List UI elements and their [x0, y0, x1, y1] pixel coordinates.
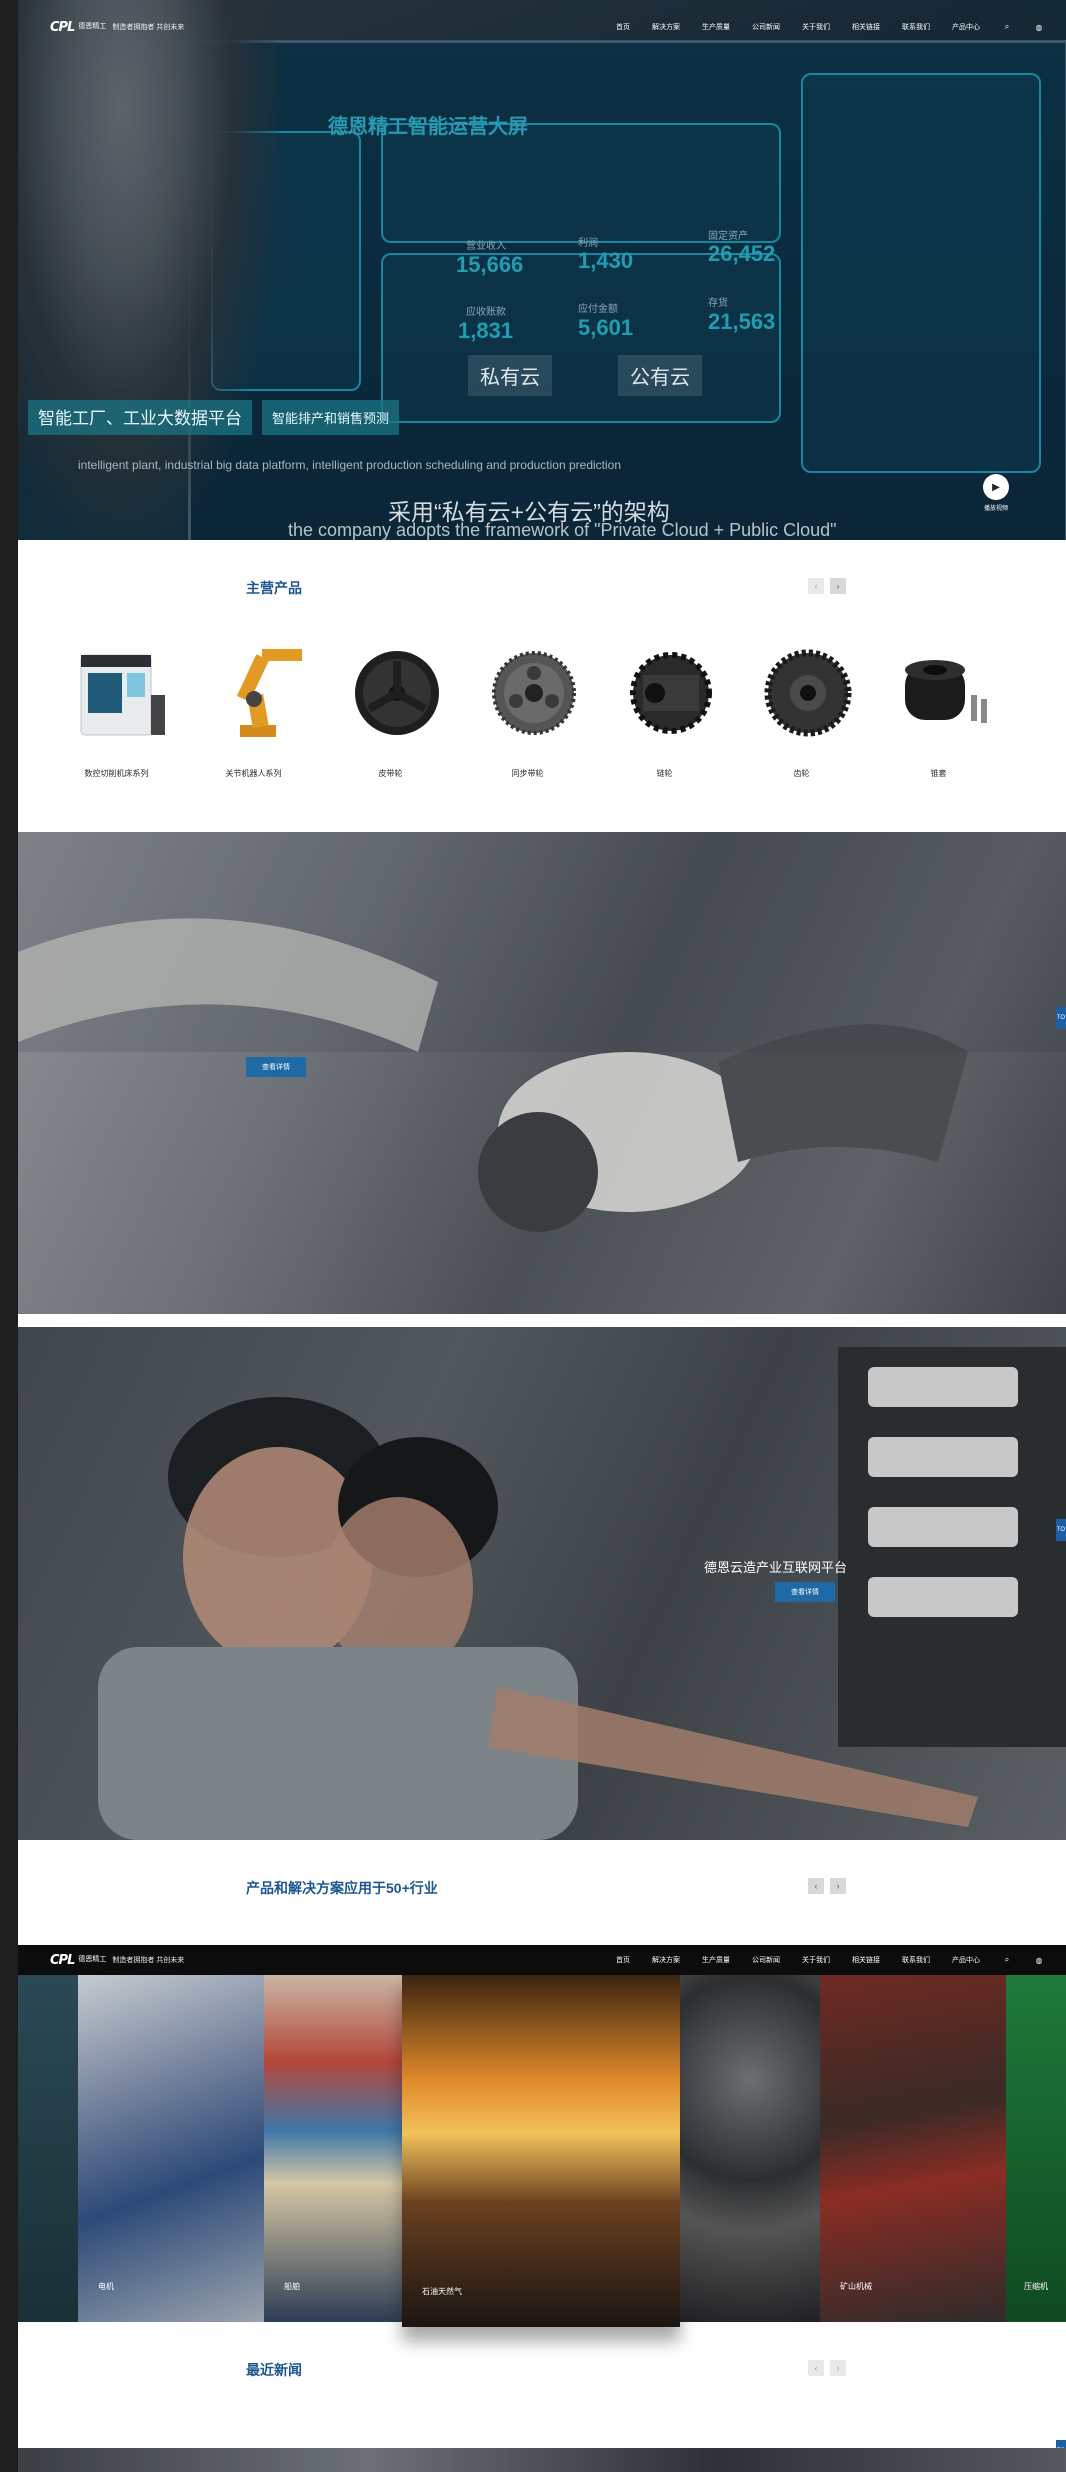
sticky-nav: CPL 德恩精工 制造者拥抱者 共创未来 首页 解决方案 生产质量 公司新闻 关…: [18, 1945, 1066, 1975]
platform-title: 德恩云造产业互联网平台: [704, 1560, 848, 1575]
globe-icon[interactable]: ◍: [1034, 22, 1044, 32]
logo-mark: CPL: [50, 19, 75, 35]
menu-item-products[interactable]: 产品中心: [952, 22, 980, 32]
logo[interactable]: CPL 德恩精工: [50, 20, 106, 35]
product-name: 锥套: [930, 769, 947, 778]
industry-label: 石油天然气: [422, 2287, 462, 2296]
menu-item-news[interactable]: 公司新闻: [752, 1955, 780, 1965]
products-title: 主营产品: [246, 580, 302, 596]
globe-icon[interactable]: ◍: [1034, 1955, 1044, 1965]
menu-item-links[interactable]: 相关链接: [852, 22, 880, 32]
industries-carousel: 电机 船舶 石油天然气 矿山机械 压缩机: [18, 1975, 1066, 2327]
industry-card[interactable]: 矿山机械: [820, 1975, 1006, 2322]
industries-title: 产品和解决方案应用于50+行业: [246, 1880, 438, 1896]
taper-bush-image: [895, 635, 995, 745]
menu-item-quality[interactable]: 生产质量: [702, 1955, 730, 1965]
logo-text: 德恩精工: [78, 1956, 107, 1963]
news-title: 最近新闻: [246, 2362, 302, 2378]
industry-label: 压缩机: [1024, 2282, 1048, 2291]
menu-item-products[interactable]: 产品中心: [952, 1955, 980, 1965]
gear-image: [758, 635, 858, 745]
menu-item-solutions[interactable]: 解决方案: [652, 1955, 680, 1965]
sprocket-image: [621, 635, 721, 745]
menu-item-news[interactable]: 公司新闻: [752, 22, 780, 32]
next-arrow[interactable]: ›: [830, 2360, 846, 2376]
product-name: 皮带轮: [378, 769, 403, 778]
industry-label: 电机: [98, 2282, 114, 2291]
logo-text: 德恩精工: [78, 23, 107, 30]
product-carousel: 数控切削机床系列 关节机器人系列 皮带轮 同步带轮 链轮 齿轮 锥套: [48, 630, 1066, 780]
industry-card[interactable]: [680, 1975, 820, 2322]
product-card[interactable]: 皮带轮: [322, 630, 459, 780]
view-details-button[interactable]: 查看详情: [775, 1582, 835, 1602]
page: 德恩精工智能运营大屏 营业收入 15,666 利润 1,430 固定资产 26,…: [18, 0, 1066, 2472]
hero-caption-en: the company adopts the framework of "Pri…: [288, 520, 837, 540]
menu-item-contact[interactable]: 联系我们: [902, 1955, 930, 1965]
product-card[interactable]: 同步带轮: [459, 630, 596, 780]
product-card[interactable]: 齿轮: [733, 630, 870, 780]
product-name: 齿轮: [793, 769, 810, 778]
robot-arm-banner: 查看详情 TO: [18, 832, 1066, 1314]
slogan: 制造者拥抱者 共创未来: [112, 24, 185, 31]
timing-pulley-image: [484, 635, 584, 745]
next-arrow[interactable]: ›: [830, 578, 846, 594]
menu-item-contact[interactable]: 联系我们: [902, 22, 930, 32]
product-card[interactable]: 链轮: [596, 630, 733, 780]
menu-item-home[interactable]: 首页: [616, 1955, 630, 1965]
industry-card-active[interactable]: 石油天然气: [402, 1975, 680, 2327]
menu-item-about[interactable]: 关于我们: [802, 22, 830, 32]
product-card[interactable]: 关节机器人系列: [185, 630, 322, 780]
product-name: 同步带轮: [511, 769, 544, 778]
play-icon: ▶: [983, 474, 1009, 500]
hero-subtitle-en: intelligent plant, industrial big data p…: [78, 458, 622, 472]
prev-arrow[interactable]: ‹: [808, 2360, 824, 2376]
product-name: 关节机器人系列: [225, 769, 282, 778]
public-cloud-label: 公有云: [618, 355, 702, 396]
next-arrow[interactable]: ›: [830, 1878, 846, 1894]
menu-item-home[interactable]: 首页: [616, 22, 630, 32]
search-icon[interactable]: ⌕: [1002, 1955, 1012, 1965]
search-icon[interactable]: ⌕: [1002, 22, 1012, 32]
industry-card[interactable]: [18, 1975, 78, 2322]
products-arrows: ‹ ›: [808, 578, 846, 594]
main-menu: 首页 解决方案 生产质量 公司新闻 关于我们 相关链接 联系我们 产品中心 ⌕ …: [616, 22, 1044, 32]
play-video-button[interactable]: ▶ 播放视频: [983, 474, 1009, 512]
logo[interactable]: CPL 德恩精工: [50, 1953, 106, 1968]
product-card[interactable]: 锥套: [870, 630, 1007, 780]
prev-arrow[interactable]: ‹: [808, 1878, 824, 1894]
robot-arm-image: [210, 635, 310, 745]
industry-card[interactable]: 船舶: [264, 1975, 402, 2322]
hero-banner: 德恩精工智能运营大屏 营业收入 15,666 利润 1,430 固定资产 26,…: [18, 0, 1066, 540]
news-arrows: ‹ ›: [808, 2360, 846, 2376]
menu-item-quality[interactable]: 生产质量: [702, 22, 730, 32]
menu-item-links[interactable]: 相关链接: [852, 1955, 880, 1965]
menu-item-solutions[interactable]: 解决方案: [652, 22, 680, 32]
product-name: 数控切削机床系列: [84, 769, 149, 778]
side-tab[interactable]: TO: [1056, 1007, 1066, 1029]
industries-arrows: ‹ ›: [808, 1878, 846, 1894]
hero-tag-side: 智能排产和销售预测: [262, 400, 400, 435]
hero-tags: 智能工厂、工业大数据平台 智能排产和销售预测: [28, 400, 400, 435]
main-menu: 首页 解决方案 生产质量 公司新闻 关于我们 相关链接 联系我们 产品中心 ⌕ …: [616, 1955, 1044, 1965]
industry-card[interactable]: 压缩机: [1006, 1975, 1066, 2322]
industry-label: 船舶: [284, 2282, 300, 2291]
industry-card[interactable]: 电机: [78, 1975, 264, 2322]
news-image-strip: [18, 2448, 1066, 2472]
play-label: 播放视频: [983, 506, 1008, 512]
top-nav: CPL 德恩精工 制造者拥抱者 共创未来 首页 解决方案 生产质量 公司新闻 关…: [18, 10, 1066, 44]
platform-banner: 德恩云造产业互联网平台 查看详情 TO: [18, 1327, 1066, 1840]
private-cloud-label: 私有云: [468, 355, 552, 396]
industry-label: 矿山机械: [840, 2282, 872, 2291]
side-tab[interactable]: TO: [1056, 1519, 1066, 1541]
prev-arrow[interactable]: ‹: [808, 578, 824, 594]
menu-item-about[interactable]: 关于我们: [802, 1955, 830, 1965]
view-details-button[interactable]: 查看详情: [246, 1057, 306, 1077]
slogan: 制造者拥抱者 共创未来: [112, 1957, 185, 1964]
cnc-machine-image: [73, 635, 173, 745]
logo-mark: CPL: [50, 1952, 75, 1968]
product-name: 链轮: [656, 769, 673, 778]
product-card[interactable]: 数控切削机床系列: [48, 630, 185, 780]
pulley-image: [347, 635, 447, 745]
hero-tag-main: 智能工厂、工业大数据平台: [28, 400, 252, 435]
